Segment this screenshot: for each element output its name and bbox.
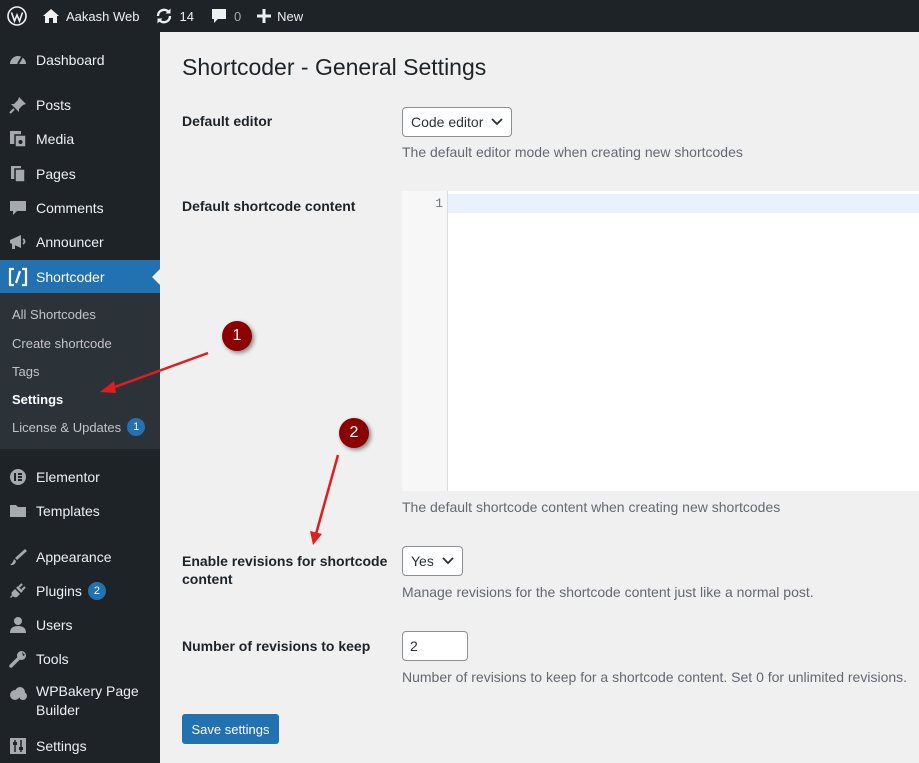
code-editor[interactable]: 1 [402, 191, 919, 491]
default-content-label: Default shortcode content [182, 198, 356, 214]
revisions-label: Enable revisions for shortcode content [182, 552, 387, 588]
megaphone-icon [8, 232, 28, 252]
sidebar-item-templates[interactable]: Templates [0, 496, 160, 526]
revisions-select[interactable]: Yes [402, 546, 463, 576]
new-label: New [277, 8, 304, 24]
submenu-item-settings[interactable]: Settings [12, 392, 63, 407]
sidebar-item-plugins[interactable]: Plugins 2 [0, 576, 160, 606]
default-editor-select[interactable]: Code editor [402, 107, 513, 137]
wrench-icon [8, 649, 28, 669]
updates-icon [157, 8, 172, 24]
page-title: Shortcoder - General Settings [182, 54, 487, 80]
sidebar-item-label: Templates [36, 503, 100, 519]
site-name: Aakash Web [66, 8, 140, 24]
annotation-marker-2: 2 [339, 418, 369, 448]
chevron-down-icon [491, 118, 504, 126]
sidebar-item-dashboard[interactable]: Dashboard [0, 45, 160, 75]
dashboard-icon [8, 50, 28, 70]
sidebar-item-label: Tools [36, 651, 69, 667]
sidebar-item-appearance[interactable]: Appearance [0, 542, 160, 572]
sidebar-item-label: Comments [36, 200, 104, 216]
comments-count: 0 [233, 8, 242, 24]
sidebar-item-label: Media [36, 131, 75, 147]
sidebar-item-label-line1: WPBakery Page [36, 683, 139, 699]
shortcoder-icon [8, 267, 28, 287]
sidebar-item-label: Pages [36, 166, 76, 182]
home-icon [43, 9, 59, 23]
default-editor-label: Default editor [182, 113, 273, 129]
sidebar-item-label: Posts [36, 97, 72, 113]
sidebar-item-label: Elementor [36, 469, 100, 485]
default-editor-value: Code editor [411, 114, 484, 130]
updates-link[interactable]: 14 [147, 0, 201, 32]
chevron-down-icon [442, 557, 454, 565]
revisions-description: Manage revisions for the shortcode conte… [402, 584, 814, 600]
revisions-value: Yes [411, 553, 434, 569]
sidebar-item-settings[interactable]: Settings [0, 731, 160, 761]
cloud-icon [8, 684, 28, 704]
annotation-marker-1: 1 [222, 321, 252, 351]
sidebar-item-label: Appearance [36, 549, 112, 565]
revisions-count-input[interactable] [402, 631, 468, 661]
revisions-count-label: Number of revisions to keep [182, 638, 371, 654]
pushpin-icon [8, 95, 28, 115]
wordpress-logo-icon[interactable] [0, 0, 34, 32]
submenu-item-label: License & Updates [12, 419, 122, 435]
sidebar-item-posts[interactable]: Posts [0, 90, 160, 120]
sidebar-item-label: Settings [36, 738, 87, 754]
user-icon [8, 615, 28, 635]
plugins-badge: 2 [87, 582, 106, 600]
comment-bubble-icon [211, 9, 226, 23]
line-number: 1 [435, 196, 443, 211]
sidebar-item-users[interactable]: Users [0, 610, 160, 640]
active-line-highlight [448, 194, 919, 213]
save-settings-button[interactable]: Save settings [182, 714, 279, 744]
sidebar-item-label: Announcer [36, 234, 104, 250]
main-content: Shortcoder - General Settings Default ed… [160, 32, 919, 763]
sidebar-item-announcer[interactable]: Announcer [0, 227, 160, 257]
updates-count: 14 [179, 8, 194, 24]
sidebar-item-label: Shortcoder [36, 268, 105, 285]
line-number-gutter: 1 [402, 191, 448, 491]
sidebar-item-comments[interactable]: Comments [0, 193, 160, 223]
comment-icon [8, 198, 28, 218]
sidebar-item-tools[interactable]: Tools [0, 644, 160, 674]
plug-icon [8, 581, 28, 601]
sidebar-item-label: WPBakery Page Builder [36, 682, 139, 720]
sidebar-item-label: Plugins [36, 583, 82, 599]
sidebar-item-shortcoder[interactable]: Shortcoder [0, 260, 160, 293]
sidebar-item-media[interactable]: Media [0, 124, 160, 154]
sidebar-item-pages[interactable]: Pages [0, 159, 160, 189]
shortcoder-submenu: All Shortcodes Create shortcode Tags Set… [0, 293, 160, 449]
sidebar-item-elementor[interactable]: Elementor [0, 462, 160, 492]
sliders-icon [8, 736, 28, 756]
admin-bar: Aakash Web 14 0 New [0, 0, 919, 32]
submenu-item-tags[interactable]: Tags [12, 364, 39, 379]
new-content-link[interactable]: New [249, 0, 311, 32]
revisions-label-line1: Enable revisions for shortcode [182, 553, 388, 569]
sidebar-item-label-line2: Builder [36, 702, 80, 718]
sidebar-item-wpbakery[interactable]: WPBakery Page Builder [0, 682, 160, 724]
elementor-icon [8, 467, 28, 487]
site-name-link[interactable]: Aakash Web [34, 0, 147, 32]
submenu-item-license-updates[interactable]: License & Updates 1 [12, 418, 146, 436]
admin-sidebar: Dashboard Posts Media Pages Comments Ann… [0, 32, 160, 763]
folder-icon [8, 501, 28, 521]
brush-icon [8, 547, 28, 567]
license-updates-badge: 1 [127, 418, 146, 436]
default-content-description: The default shortcode content when creat… [402, 499, 781, 515]
comments-link[interactable]: 0 [202, 0, 249, 32]
revisions-count-description: Number of revisions to keep for a shortc… [402, 669, 908, 685]
default-editor-description: The default editor mode when creating ne… [402, 144, 743, 160]
submenu-item-create-shortcode[interactable]: Create shortcode [12, 336, 112, 351]
pages-icon [8, 164, 28, 184]
media-icon [8, 129, 28, 149]
revisions-label-line2: content [182, 571, 233, 587]
sidebar-item-label: Users [36, 617, 73, 633]
sidebar-item-label: Dashboard [36, 52, 105, 68]
submenu-item-all-shortcodes[interactable]: All Shortcodes [12, 307, 96, 322]
plus-icon [257, 9, 272, 23]
